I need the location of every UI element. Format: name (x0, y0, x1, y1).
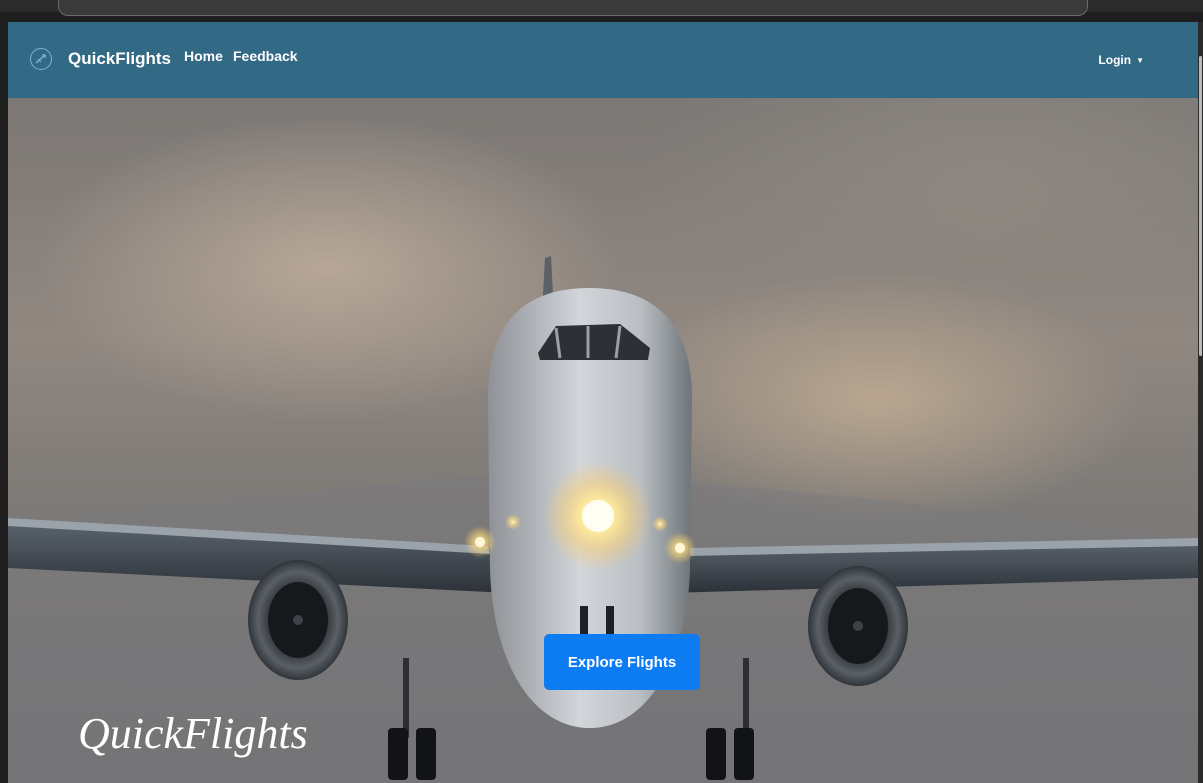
web-page: QuickFlights Home Feedback Login ▼ Explo… (8, 22, 1198, 783)
plane-logo-icon[interactable] (30, 48, 52, 70)
nav-feedback-link[interactable]: Feedback (233, 48, 298, 64)
brand-name[interactable]: QuickFlights (68, 49, 171, 69)
page-scrollbar[interactable] (1198, 22, 1203, 783)
scrollbar-thumb[interactable] (1199, 56, 1202, 356)
explore-flights-button[interactable]: Explore Flights (544, 634, 700, 690)
caret-down-icon: ▼ (1136, 55, 1144, 65)
login-dropdown[interactable]: Login ▼ (1098, 53, 1144, 67)
navbar: QuickFlights Home Feedback Login ▼ (8, 22, 1198, 98)
nav-home-link[interactable]: Home (184, 48, 223, 64)
address-bar[interactable] (58, 0, 1088, 16)
hero-title: QuickFlights (78, 709, 308, 758)
login-label: Login (1098, 53, 1132, 67)
hero-section: Explore Flights QuickFlights (8, 98, 1198, 783)
